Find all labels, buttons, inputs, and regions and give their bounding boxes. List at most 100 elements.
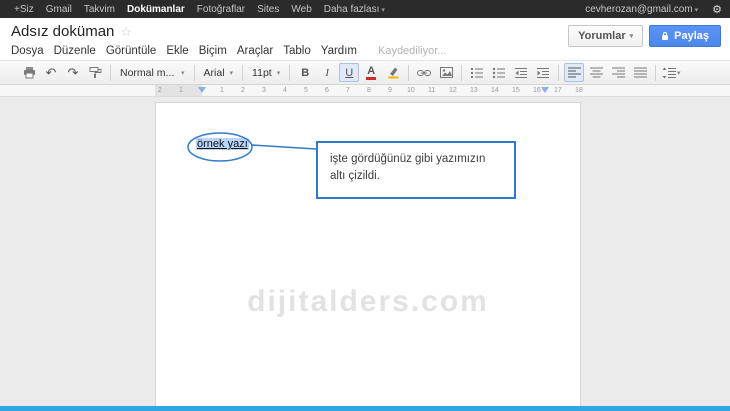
ruler-number: 14 (491, 87, 499, 94)
bullet-list-button[interactable] (489, 63, 509, 82)
bottom-bar (0, 406, 730, 411)
doc-title[interactable]: Adsız doküman (11, 23, 114, 40)
text-color-button[interactable]: A (361, 63, 381, 82)
title-row: Adsız doküman ☆ (11, 23, 132, 40)
line-spacing-button[interactable]: ▾ (661, 63, 681, 82)
highlighter-icon (387, 66, 400, 79)
left-indent-marker[interactable] (198, 87, 206, 93)
ruler-number: 10 (407, 87, 415, 94)
menu-dosya[interactable]: Dosya (6, 44, 49, 58)
ruler-number: 4 (283, 87, 287, 94)
paint-format-button[interactable] (85, 63, 105, 82)
ruler-number: 15 (512, 87, 520, 94)
document-text[interactable]: örnek yazı (196, 138, 249, 150)
align-right-button[interactable] (608, 63, 628, 82)
outdent-icon (514, 67, 528, 79)
menu-tablo[interactable]: Tablo (278, 44, 316, 58)
topbar-more-menu[interactable]: Daha fazlası▾ (318, 4, 391, 15)
numbered-list-icon (470, 67, 484, 79)
font-family-dropdown[interactable]: Arial ▾ (199, 63, 239, 82)
undo-button[interactable]: ↶ (41, 63, 61, 82)
document-canvas: örnek yazı işte gördüğünüz gibi yazımızı… (0, 97, 730, 406)
chevron-down-icon: ▾ (630, 32, 634, 40)
menu-araclar[interactable]: Araçlar (232, 44, 278, 58)
ruler-number: 9 (388, 87, 392, 94)
settings-gear-icon[interactable]: ⚙ (712, 3, 722, 16)
align-center-icon (590, 67, 603, 78)
ruler-number: 8 (367, 87, 371, 94)
bullet-list-icon (492, 67, 506, 79)
right-indent-marker[interactable] (541, 87, 549, 93)
chevron-down-icon: ▾ (695, 7, 699, 14)
topbar-item-plus-siz[interactable]: +Siz (8, 4, 40, 15)
indent-button[interactable] (533, 63, 553, 82)
ruler-number: 1 (220, 87, 224, 94)
comments-button[interactable]: Yorumlar ▾ (568, 25, 643, 47)
doc-header: Adsız doküman ☆ Dosya Düzenle Görüntüle … (0, 18, 730, 60)
ruler-number: 17 (554, 87, 562, 94)
topbar-item-sites[interactable]: Sites (251, 4, 285, 15)
annotation-callout-box: işte gördüğünüz gibi yazımızın altı çizi… (316, 141, 516, 199)
ruler-number: 12 (449, 87, 457, 94)
outdent-button[interactable] (511, 63, 531, 82)
justify-icon (634, 67, 647, 78)
ruler-number: 2 (241, 87, 245, 94)
paragraph-styles-dropdown[interactable]: Normal m... ▾ (115, 63, 190, 82)
underline-button[interactable]: U (339, 63, 359, 82)
justify-button[interactable] (630, 63, 650, 82)
ruler-number: 13 (470, 87, 478, 94)
highlight-color-button[interactable] (383, 63, 403, 82)
chevron-down-icon: ▾ (230, 69, 234, 77)
topbar-item-takvim[interactable]: Takvim (78, 4, 121, 15)
lock-icon (661, 31, 669, 41)
text-color-icon: A (366, 66, 376, 80)
star-icon[interactable]: ☆ (120, 24, 132, 40)
topbar-item-web[interactable]: Web (285, 4, 317, 15)
account-menu[interactable]: cevherozan@gmail.com▾ (579, 4, 704, 15)
chevron-down-icon: ▾ (677, 69, 681, 77)
print-button[interactable] (19, 63, 39, 82)
document-page[interactable]: örnek yazı işte gördüğünüz gibi yazımızı… (155, 102, 581, 406)
line-spacing-icon (662, 67, 677, 79)
indent-icon (536, 67, 550, 79)
menu-ekle[interactable]: Ekle (161, 44, 193, 58)
italic-button[interactable]: I (317, 63, 337, 82)
ruler-number: 6 (325, 87, 329, 94)
topbar-item-dokumanlar[interactable]: Dokümanlar (121, 4, 191, 15)
numbered-list-button[interactable] (467, 63, 487, 82)
insert-link-button[interactable] (414, 63, 434, 82)
link-icon (417, 68, 431, 78)
align-left-icon (568, 67, 581, 78)
menu-bar: Dosya Düzenle Görüntüle Ekle Biçim Araçl… (6, 44, 446, 58)
image-icon (440, 67, 453, 78)
ruler-number: 1 (179, 87, 183, 94)
share-button[interactable]: Paylaş (649, 25, 721, 47)
ruler-number: 2 (158, 87, 162, 94)
watermark-text: dijitalders.com (156, 285, 580, 319)
ruler: 2 1 1 2 3 4 5 6 7 8 9 10 11 12 13 14 15 … (0, 85, 730, 97)
font-size-dropdown[interactable]: 11pt ▾ (247, 63, 285, 82)
ruler-number: 16 (533, 87, 541, 94)
google-bar: +Siz Gmail Takvim Dokümanlar Fotoğraflar… (0, 0, 730, 18)
annotation-callout-text: işte gördüğünüz gibi yazımızın altı çizi… (330, 153, 485, 182)
redo-button[interactable]: ↷ (63, 63, 83, 82)
menu-bicim[interactable]: Biçim (194, 44, 232, 58)
ruler-number: 3 (262, 87, 266, 94)
menu-goruntule[interactable]: Görüntüle (101, 44, 162, 58)
bold-button[interactable]: B (295, 63, 315, 82)
align-left-button[interactable] (564, 63, 584, 82)
insert-image-button[interactable] (436, 63, 456, 82)
chevron-down-icon: ▾ (277, 69, 281, 77)
header-buttons: Yorumlar ▾ Paylaş (568, 25, 721, 47)
menu-yardim[interactable]: Yardım (316, 44, 362, 58)
ruler-number: 5 (304, 87, 308, 94)
align-center-button[interactable] (586, 63, 606, 82)
format-toolbar: ↶ ↷ Normal m... ▾ Arial ▾ 11pt ▾ B I U A (0, 60, 730, 85)
saving-status: Kaydediliyor... (378, 45, 446, 57)
topbar-item-gmail[interactable]: Gmail (40, 4, 78, 15)
ruler-number: 11 (428, 87, 435, 94)
topbar-item-fotograflar[interactable]: Fotoğraflar (191, 4, 251, 15)
ruler-number: 7 (346, 87, 350, 94)
align-right-icon (612, 67, 625, 78)
menu-duzenle[interactable]: Düzenle (49, 44, 101, 58)
